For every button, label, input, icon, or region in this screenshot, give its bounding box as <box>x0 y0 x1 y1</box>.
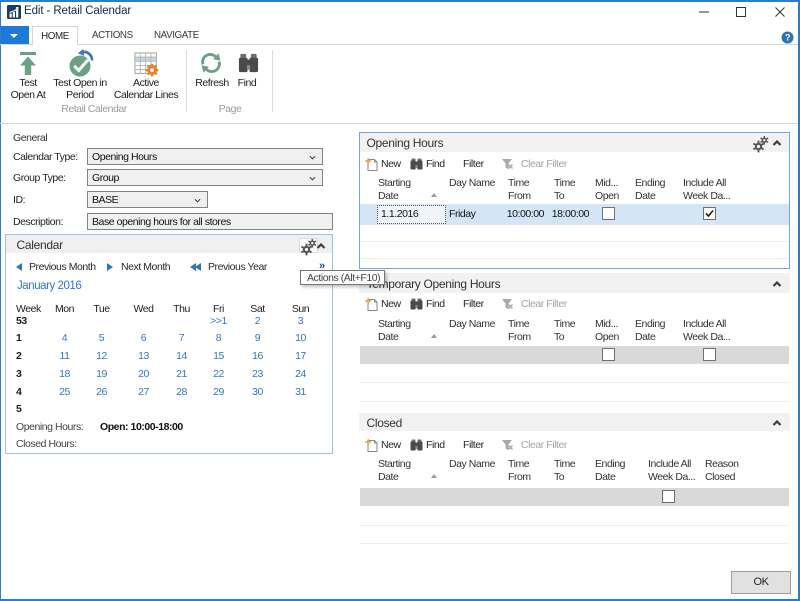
svg-text:?: ? <box>785 33 790 43</box>
